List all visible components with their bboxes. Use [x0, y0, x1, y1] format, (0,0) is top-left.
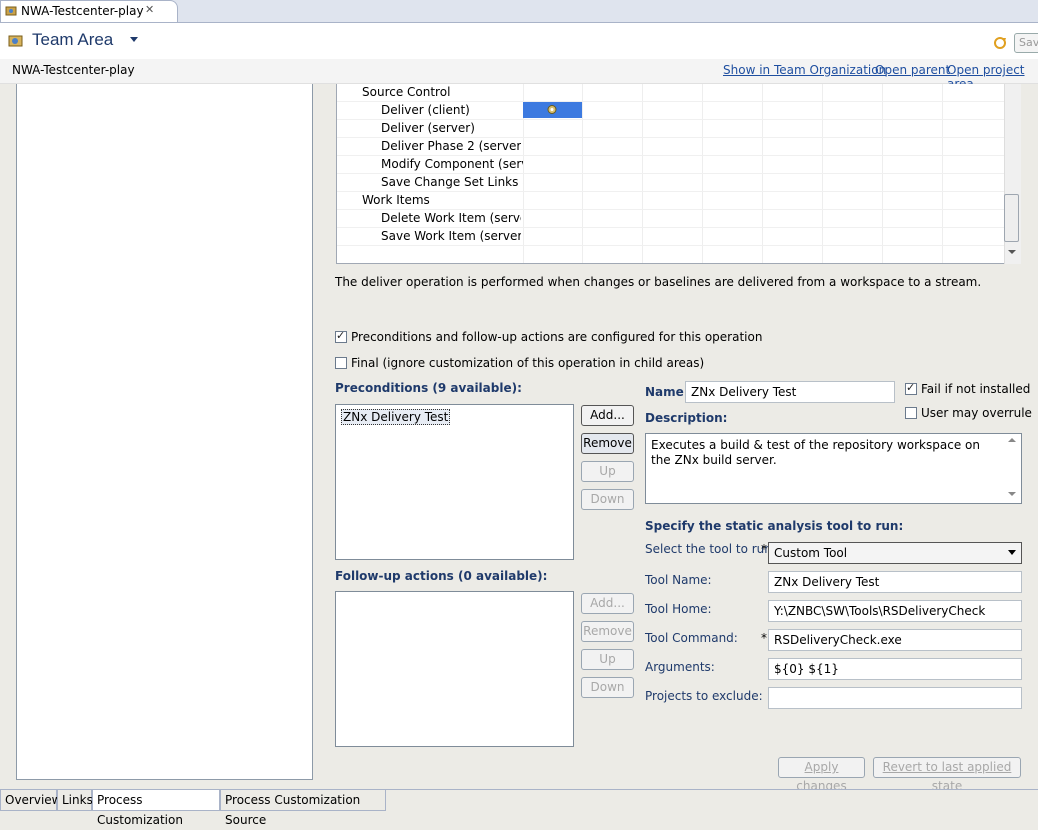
- table-row[interactable]: Deliver (server): [337, 119, 1005, 138]
- followups-list[interactable]: [335, 591, 574, 747]
- open-parent-link[interactable]: Open parent: [875, 63, 950, 77]
- final-label: Final (ignore customization of this oper…: [351, 356, 705, 370]
- table-row[interactable]: Deliver (client): [337, 101, 1005, 120]
- tab-process-customization-source[interactable]: Process Customization Source: [220, 790, 386, 827]
- table-row[interactable]: Modify Component (server: [337, 155, 1005, 174]
- table-row[interactable]: Save Change Set Links and: [337, 173, 1005, 192]
- info-bar: NWA-Testcenter-play Show in Team Organiz…: [0, 59, 1038, 91]
- projects-exclude-label: Projects to exclude:: [645, 689, 763, 703]
- tool-command-field[interactable]: RSDeliveryCheck.exe: [768, 629, 1022, 651]
- close-icon[interactable]: ✕: [145, 3, 154, 16]
- move-down-button[interactable]: Down: [581, 489, 634, 510]
- row-label: Work Items: [362, 193, 430, 207]
- followup-up-button[interactable]: Up: [581, 649, 634, 670]
- row-label: Delete Work Item (server): [381, 211, 521, 225]
- row-label: Save Work Item (server): [381, 229, 521, 243]
- final-checkbox[interactable]: [335, 357, 347, 369]
- required-marker: *: [761, 631, 767, 645]
- list-item[interactable]: ZNx Delivery Test: [341, 409, 451, 425]
- editor-tab-title: NWA-Testcenter-play: [21, 4, 144, 18]
- description-field[interactable]: Executes a build & test of the repositor…: [645, 433, 1022, 504]
- row-label: Save Change Set Links and: [381, 175, 523, 189]
- show-in-team-org-link[interactable]: Show in Team Organization: [723, 63, 886, 77]
- operation-description: The deliver operation is performed when …: [335, 275, 982, 289]
- move-up-button[interactable]: Up: [581, 461, 634, 482]
- scroll-down-arrow-icon[interactable]: [1008, 250, 1016, 254]
- fail-if-not-installed-label: Fail if not installed: [921, 382, 1031, 396]
- scrollbar-thumb[interactable]: [1004, 194, 1019, 242]
- user-may-overrule-label: User may overrule: [921, 406, 1032, 420]
- followup-down-button[interactable]: Down: [581, 677, 634, 698]
- team-area-icon: [8, 35, 23, 47]
- arguments-label: Arguments:: [645, 660, 715, 674]
- table-row[interactable]: Save Work Item (server): [337, 227, 1005, 246]
- row-label: Source Control: [362, 85, 451, 99]
- preconditions-list[interactable]: ZNx Delivery Test: [335, 404, 574, 560]
- tab-overview[interactable]: Overview: [0, 790, 62, 811]
- table-row[interactable]: Source Control: [337, 84, 1005, 102]
- tool-select-value: Custom Tool: [774, 546, 848, 560]
- tool-name-label: Tool Name:: [645, 573, 712, 587]
- select-tool-label: Select the tool to run:: [645, 542, 776, 556]
- apply-changes-button[interactable]: Apply changes: [778, 757, 865, 793]
- name-label: Name:: [645, 385, 689, 399]
- page-title: Team Area: [32, 30, 114, 49]
- remove-precondition-button[interactable]: Remove: [581, 433, 634, 454]
- user-may-overrule-checkbox[interactable]: [905, 407, 917, 419]
- project-name: NWA-Testcenter-play: [12, 63, 135, 77]
- tool-name-field[interactable]: ZNx Delivery Test: [768, 571, 1022, 593]
- preconditions-configured-checkbox[interactable]: [335, 329, 347, 343]
- preconditions-heading: Preconditions (9 available):: [335, 381, 522, 395]
- row-label: Deliver (client): [381, 103, 470, 117]
- tool-command-label: Tool Command:: [645, 631, 738, 645]
- table-row[interactable]: Work Items: [337, 191, 1005, 210]
- preconditions-configured-label: Preconditions and follow-up actions are …: [351, 330, 763, 344]
- editor-tab[interactable]: NWA-Testcenter-play ✕: [0, 0, 178, 22]
- operations-tree-panel[interactable]: [16, 84, 313, 780]
- required-marker: *: [761, 542, 767, 556]
- fail-if-not-installed-checkbox[interactable]: [905, 381, 917, 395]
- description-label: Description:: [645, 411, 728, 425]
- tool-home-label: Tool Home:: [645, 602, 712, 616]
- chevron-down-icon[interactable]: [130, 37, 138, 42]
- tab-links[interactable]: Links: [57, 790, 93, 811]
- row-label: Modify Component (server: [381, 157, 523, 171]
- tab-process-customization[interactable]: Process Customization: [92, 790, 220, 827]
- description-scrollbar[interactable]: [1007, 437, 1017, 501]
- tool-home-field[interactable]: Y:\ZNBC\SW\Tools\RSDeliveryCheck: [768, 600, 1022, 622]
- tool-select[interactable]: Custom Tool: [768, 542, 1022, 564]
- followups-heading: Follow-up actions (0 available):: [335, 569, 548, 583]
- team-area-icon: [5, 6, 17, 16]
- name-field[interactable]: ZNx Delivery Test: [685, 381, 895, 403]
- add-precondition-button[interactable]: Add...: [581, 405, 634, 426]
- tool-heading: Specify the static analysis tool to run:: [645, 519, 904, 533]
- add-followup-button[interactable]: Add...: [581, 593, 634, 614]
- table-row[interactable]: Delete Work Item (server): [337, 209, 1005, 228]
- revert-button[interactable]: Revert to last applied state: [873, 757, 1021, 793]
- row-label: Deliver Phase 2 (server): [381, 139, 521, 153]
- table-row[interactable]: Deliver Phase 2 (server): [337, 137, 1005, 156]
- projects-exclude-field[interactable]: [768, 687, 1022, 709]
- refresh-icon[interactable]: [992, 35, 1008, 51]
- bottom-tab-bar: Overview Links Process Customization Pro…: [0, 789, 1038, 827]
- row-label: Deliver (server): [381, 121, 475, 135]
- remove-followup-button[interactable]: Remove: [581, 621, 634, 642]
- chevron-down-icon: [1008, 550, 1016, 555]
- operations-table[interactable]: Source Control Deliver (client) Deliver …: [336, 84, 1021, 264]
- save-button[interactable]: Save: [1014, 33, 1038, 53]
- arguments-field[interactable]: ${0} ${1}: [768, 658, 1022, 680]
- editor-header: Team Area: [0, 23, 1038, 59]
